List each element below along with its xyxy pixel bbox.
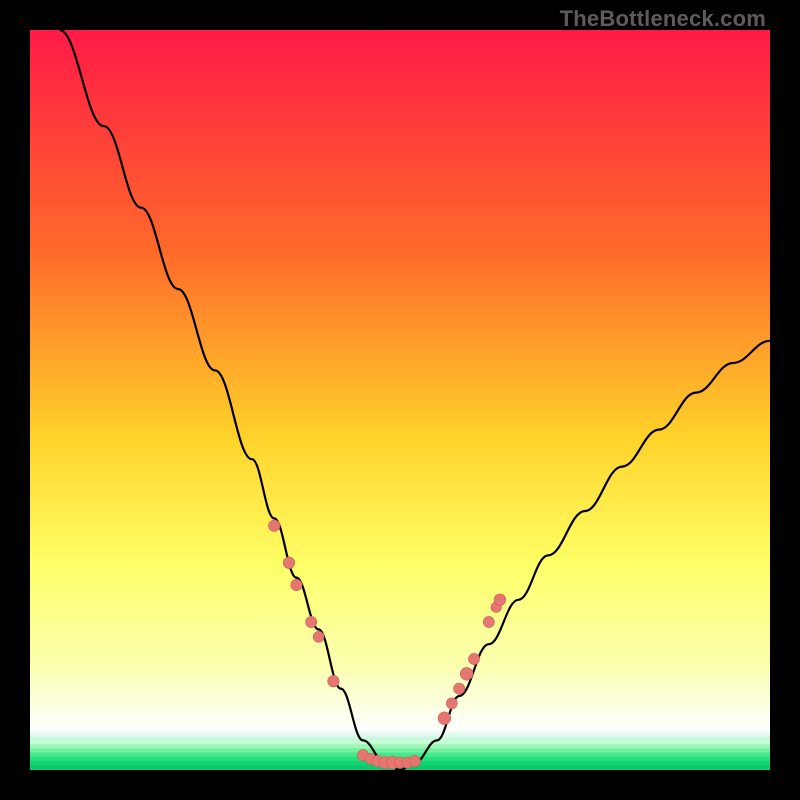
marker-dot <box>268 520 279 531</box>
watermark-text: TheBottleneck.com <box>560 6 766 32</box>
marker-dot <box>454 683 465 694</box>
highlight-markers <box>268 520 505 769</box>
marker-dot <box>313 631 324 642</box>
marker-dot <box>494 594 506 606</box>
marker-dot <box>438 712 451 725</box>
marker-dot <box>291 579 302 590</box>
bottleneck-curve <box>60 30 770 770</box>
marker-dot <box>283 557 295 569</box>
curve-layer <box>30 30 770 770</box>
marker-dot <box>468 653 479 664</box>
marker-dot <box>409 755 420 766</box>
marker-dot <box>306 616 317 627</box>
marker-dot <box>460 667 473 680</box>
plot-area <box>30 30 770 770</box>
marker-dot <box>328 675 339 686</box>
marker-dot <box>446 698 457 709</box>
marker-dot <box>483 616 494 627</box>
chart-frame: TheBottleneck.com <box>0 0 800 800</box>
